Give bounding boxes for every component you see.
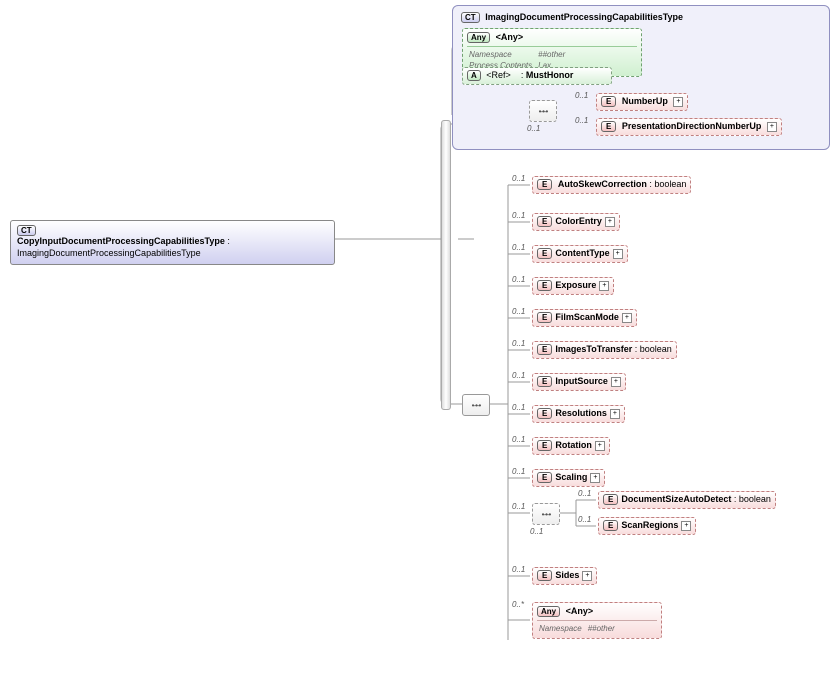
element-colorentry[interactable]: EColorEntry+ xyxy=(532,213,620,231)
ns-val-bottom: ##other xyxy=(588,624,619,634)
presentationdir-name: PresentationDirectionNumberUp xyxy=(622,121,762,131)
any-badge-bottom: Any xyxy=(537,606,560,617)
expand-icon[interactable]: + xyxy=(595,441,605,451)
inner-sequence[interactable]: •-•-• xyxy=(529,100,557,122)
e-badge: E xyxy=(537,179,552,190)
e-badge: E xyxy=(601,96,616,107)
imgtransfer-name: ImagesToTransfer xyxy=(555,344,632,354)
docsize-name: DocumentSizeAutoDetect xyxy=(621,494,731,504)
nested-seq-occurs: 0..1 xyxy=(530,527,543,536)
inner-seq-occurs: 0..1 xyxy=(527,124,540,133)
element-filmscanmode[interactable]: EFilmScanMode+ xyxy=(532,309,637,327)
attr-badge: A xyxy=(467,70,481,81)
autoskew-name: AutoSkewCorrection xyxy=(558,179,647,189)
inputsource-name: InputSource xyxy=(555,376,608,386)
autoskew-occurs: 0..1 xyxy=(512,174,525,183)
element-autoskewcorrection[interactable]: E AutoSkewCorrection : boolean xyxy=(532,176,691,194)
root-complextype[interactable]: CT CopyInputDocumentProcessingCapabiliti… xyxy=(10,220,335,265)
numberup-name: NumberUp xyxy=(622,96,668,106)
e-badge: E xyxy=(601,121,616,132)
root-name: CopyInputDocumentProcessingCapabilitiesT… xyxy=(17,236,225,246)
ref-label: <Ref> xyxy=(486,70,511,80)
colorentry-name: ColorEntry xyxy=(555,216,602,226)
seq-icon: •-•-• xyxy=(542,510,551,519)
expand-icon[interactable]: + xyxy=(767,122,777,132)
any-bottom-occurs: 0..* xyxy=(512,600,524,609)
element-exposure[interactable]: EExposure+ xyxy=(532,277,614,295)
element-documentsizeautodetect[interactable]: EDocumentSizeAutoDetect : boolean xyxy=(598,491,776,509)
expand-icon[interactable]: + xyxy=(673,97,683,107)
expand-icon[interactable]: + xyxy=(681,521,691,531)
seq-icon: •-•-• xyxy=(472,401,481,410)
element-resolutions[interactable]: EResolutions+ xyxy=(532,405,625,423)
presentationdir-occurs: 0..1 xyxy=(575,116,588,125)
filmscan-name: FilmScanMode xyxy=(555,312,619,322)
seq-icon: •-•-• xyxy=(539,107,548,116)
docsize-type: boolean xyxy=(739,494,771,504)
expand-icon[interactable]: + xyxy=(599,281,609,291)
element-numberup[interactable]: E NumberUp + xyxy=(596,93,688,111)
element-presentation-direction[interactable]: E PresentationDirectionNumberUp + xyxy=(596,118,782,136)
main-sequence[interactable]: •-•-• xyxy=(462,394,490,416)
attribute-ref[interactable]: A <Ref> : MustHonor xyxy=(462,67,612,85)
ext-ct-badge: CT xyxy=(461,12,480,23)
ext-name: ImagingDocumentProcessingCapabilitiesTyp… xyxy=(485,12,683,22)
element-rotation[interactable]: ERotation+ xyxy=(532,437,610,455)
ref-colon: : xyxy=(518,70,526,80)
autoskew-type: boolean xyxy=(654,179,686,189)
expand-icon[interactable]: + xyxy=(610,409,620,419)
colon: : xyxy=(225,236,230,246)
expand-icon[interactable]: + xyxy=(613,249,623,259)
element-scaling[interactable]: EScaling+ xyxy=(532,469,605,487)
rotation-name: Rotation xyxy=(555,440,592,450)
ns-label-bottom: Namespace xyxy=(539,624,586,634)
resolutions-name: Resolutions xyxy=(555,408,607,418)
element-inputsource[interactable]: EInputSource+ xyxy=(532,373,626,391)
ref-name: MustHonor xyxy=(526,70,574,80)
sides-name: Sides xyxy=(555,570,579,580)
scanregions-name: ScanRegions xyxy=(621,520,678,530)
exposure-name: Exposure xyxy=(555,280,596,290)
scaling-name: Scaling xyxy=(555,472,587,482)
any-wildcard-bottom[interactable]: Any <Any> Namespace##other xyxy=(532,602,662,639)
ns-val-top: ##other xyxy=(538,50,569,60)
expand-icon[interactable]: + xyxy=(622,313,632,323)
element-scanregions[interactable]: EScanRegions+ xyxy=(598,517,696,535)
ct-badge: CT xyxy=(17,225,36,236)
expand-icon[interactable]: + xyxy=(582,571,592,581)
element-sides[interactable]: ESides+ xyxy=(532,567,597,585)
numberup-occurs: 0..1 xyxy=(575,91,588,100)
vertical-extension-bar xyxy=(441,120,451,410)
nested-seq-parent-occurs: 0..1 xyxy=(512,502,525,511)
contenttype-name: ContentType xyxy=(555,248,609,258)
expand-icon[interactable]: + xyxy=(611,377,621,387)
ns-label-top: Namespace xyxy=(469,50,536,60)
imgtransfer-type: boolean xyxy=(640,344,672,354)
element-imagestotransfer[interactable]: EImagesToTransfer : boolean xyxy=(532,341,677,359)
any-label-bottom: <Any> xyxy=(566,606,594,616)
root-base: ImagingDocumentProcessingCapabilitiesTyp… xyxy=(17,248,201,258)
any-badge-top: Any xyxy=(467,32,490,43)
element-contenttype[interactable]: EContentType+ xyxy=(532,245,628,263)
nested-sequence[interactable]: •-•-• xyxy=(532,503,560,525)
expand-icon[interactable]: + xyxy=(590,473,600,483)
any-label-top: <Any> xyxy=(496,32,524,42)
expand-icon[interactable]: + xyxy=(605,217,615,227)
